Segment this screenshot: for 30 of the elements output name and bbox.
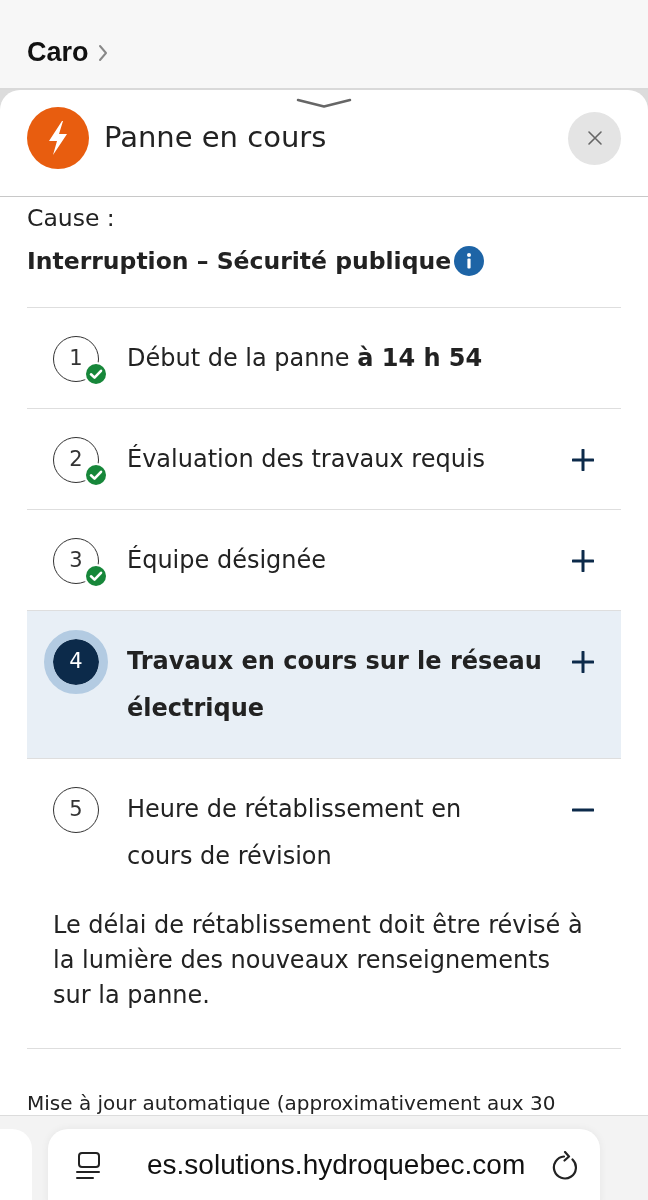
step-label: Équipe désignée bbox=[127, 544, 327, 576]
reload-icon[interactable] bbox=[552, 1151, 580, 1181]
lightning-icon bbox=[27, 107, 89, 169]
update-note: Mise à jour automatique (approximativement aux 30 bbox=[27, 1091, 557, 1115]
step-label: Évaluation des travaux requis bbox=[127, 443, 486, 475]
cause-label: Cause : bbox=[27, 203, 116, 234]
step-row[interactable]: 5 Heure de rétablissement en cours de révision bbox=[27, 759, 621, 906]
step-label: Travaux en cours sur le réseau électrique bbox=[127, 646, 543, 724]
cause-value: Interruption – Sécurité publique bbox=[27, 246, 452, 277]
url-text: es.solutions.hydroquebec.com bbox=[147, 1148, 526, 1182]
close-icon bbox=[586, 130, 603, 146]
address-bar[interactable]: es.solutions.hydroquebec.com bbox=[48, 1129, 600, 1200]
step-label: Heure de rétablissement en cours de révision bbox=[127, 794, 463, 872]
close-button[interactable] bbox=[568, 111, 621, 165]
expand-icon[interactable] bbox=[572, 549, 594, 572]
step-row[interactable]: 2 Évaluation des travaux requis bbox=[27, 409, 621, 509]
highlighted-step-row[interactable]: 4 Travaux en cours sur le réseau électrique bbox=[27, 611, 621, 758]
step-row[interactable]: 3 Équipe désignée bbox=[27, 510, 621, 610]
contact-name[interactable]: Caro bbox=[27, 35, 89, 69]
chevron-right-icon bbox=[97, 44, 108, 62]
current-step-number: 4 bbox=[44, 629, 108, 694]
step-detail: Le délai de rétablissement doit être révisé à la lumière des nouveaux renseignements sur la panne. bbox=[52, 910, 584, 1011]
chevron-down-icon[interactable] bbox=[296, 98, 352, 108]
info-icon[interactable] bbox=[454, 246, 485, 276]
page-menu-icon[interactable] bbox=[75, 1151, 103, 1181]
expand-icon[interactable] bbox=[572, 650, 594, 673]
step-row[interactable]: 1 Début de la panne à 14 h 54 bbox=[27, 308, 621, 408]
expand-icon[interactable] bbox=[572, 448, 594, 471]
step-label: Début de la panne à 14 h 54 bbox=[127, 343, 483, 374]
panel-title: Panne en cours bbox=[104, 119, 327, 157]
